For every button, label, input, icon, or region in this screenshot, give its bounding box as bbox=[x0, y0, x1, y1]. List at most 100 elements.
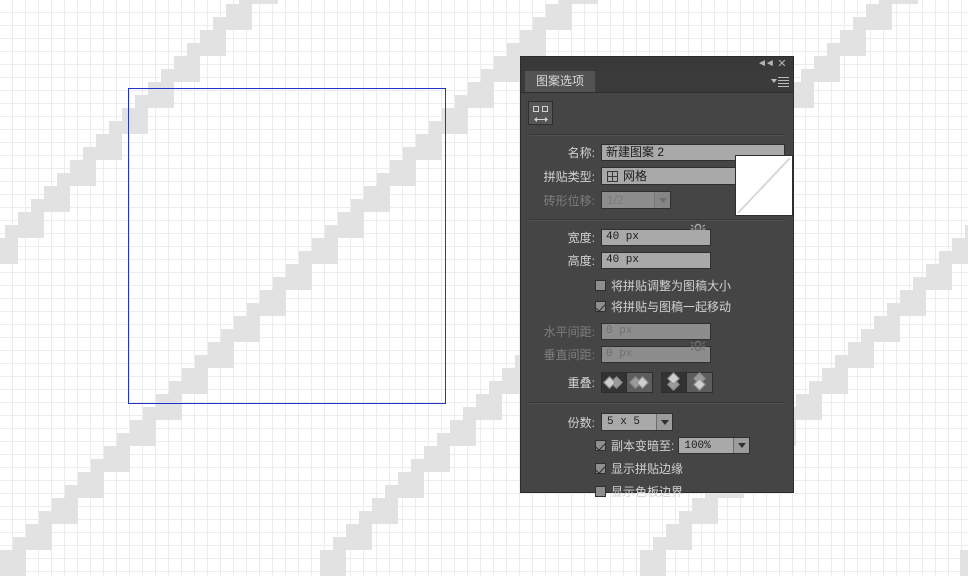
dim-copies-value: 100% bbox=[684, 439, 711, 452]
pattern-block bbox=[161, 69, 174, 82]
pattern-block bbox=[814, 56, 840, 82]
panel-titlebar: ◄◄ ✕ bbox=[521, 57, 793, 71]
pattern-block bbox=[546, 4, 572, 30]
move-tile-with-art-checkbox[interactable] bbox=[595, 301, 606, 312]
tile-square-left-icon bbox=[533, 106, 539, 112]
horizontal-double-arrow-icon bbox=[534, 117, 548, 122]
pattern-block bbox=[143, 407, 156, 420]
pattern-block bbox=[372, 498, 398, 524]
pattern-block bbox=[887, 303, 900, 316]
tiling-type-value: 网格 bbox=[623, 169, 648, 183]
pattern-block bbox=[44, 186, 70, 212]
v-spacing-label: 垂直间距: bbox=[543, 348, 595, 362]
pattern-block bbox=[892, 0, 918, 4]
pattern-block bbox=[104, 446, 130, 472]
copies-row: 份数: 5 x 5 bbox=[521, 413, 793, 431]
pattern-block bbox=[489, 381, 502, 394]
pattern-tile-boundary[interactable] bbox=[128, 88, 446, 404]
pattern-block bbox=[13, 537, 26, 550]
close-icon[interactable]: ✕ bbox=[775, 58, 789, 70]
pattern-block bbox=[0, 550, 26, 576]
pattern-block bbox=[653, 537, 666, 550]
pattern-block bbox=[109, 121, 122, 134]
panel-menu-icon[interactable] bbox=[771, 75, 789, 88]
pattern-block bbox=[226, 4, 252, 30]
show-swatch-bounds-checkbox[interactable] bbox=[595, 486, 606, 497]
pattern-block bbox=[187, 43, 200, 56]
pattern-block bbox=[78, 472, 104, 498]
pattern-block bbox=[476, 394, 502, 420]
brick-offset-select[interactable]: 1/2 bbox=[601, 191, 671, 209]
height-input[interactable] bbox=[601, 252, 711, 269]
pattern-block bbox=[494, 56, 520, 82]
pattern-block bbox=[455, 95, 468, 108]
grid-glyph-icon bbox=[607, 170, 618, 182]
pattern-block bbox=[252, 0, 278, 4]
pattern-block bbox=[853, 17, 866, 30]
tab-pattern-options[interactable]: 图案选项 bbox=[525, 71, 596, 92]
dim-copies-checkbox[interactable] bbox=[595, 440, 606, 451]
overlap-bottom-icon bbox=[690, 372, 710, 391]
overlap-top-in-front-button[interactable] bbox=[661, 372, 687, 393]
pattern-block bbox=[96, 134, 122, 160]
pattern-block bbox=[481, 69, 494, 82]
overlap-bottom-in-front-button[interactable] bbox=[687, 372, 713, 393]
pattern-block bbox=[359, 511, 372, 524]
move-tile-with-art-label: 将拼贴与图稿一起移动 bbox=[611, 300, 732, 314]
pattern-block bbox=[39, 511, 52, 524]
chevron-down-icon[interactable] bbox=[656, 414, 672, 430]
panel-tabbar: 图案选项 bbox=[521, 71, 793, 93]
pattern-block bbox=[796, 394, 822, 420]
height-label: 高度: bbox=[567, 254, 595, 268]
pattern-block bbox=[866, 4, 892, 30]
pattern-options-panel: ◄◄ ✕ 图案选项 名称: 新建图案 2 拼贴类型: 网格 砖形位移: 1/2 … bbox=[520, 56, 794, 499]
overlap-left-in-front-button[interactable] bbox=[601, 372, 627, 393]
copies-label: 份数: bbox=[567, 415, 595, 430]
overlap-left-icon bbox=[603, 376, 624, 389]
preview-diagonal-line bbox=[737, 157, 791, 214]
pattern-block bbox=[346, 524, 372, 550]
pattern-block bbox=[572, 0, 598, 4]
width-row: 宽度: bbox=[521, 223, 793, 246]
chevron-down-icon[interactable] bbox=[733, 438, 750, 453]
overlap-right-icon bbox=[628, 376, 650, 389]
size-tile-to-art-checkbox[interactable] bbox=[595, 280, 606, 291]
link-broken-icon[interactable] bbox=[689, 336, 707, 356]
pattern-block bbox=[91, 459, 104, 472]
pattern-block bbox=[463, 407, 476, 420]
pattern-block bbox=[468, 82, 494, 108]
divider-3 bbox=[529, 402, 785, 404]
show-tile-edge-checkbox[interactable] bbox=[595, 463, 606, 474]
pattern-block bbox=[692, 498, 718, 524]
link-broken-icon[interactable] bbox=[689, 219, 707, 239]
pattern-block bbox=[18, 212, 44, 238]
h-spacing-label: 水平间距: bbox=[543, 325, 595, 339]
h-spacing-row: 水平间距: bbox=[521, 323, 793, 340]
move-tile-with-art-row: 将拼贴与图稿一起移动 bbox=[521, 298, 793, 315]
overlap-row: 重叠: bbox=[521, 372, 793, 393]
chevron-down-icon[interactable] bbox=[654, 192, 670, 208]
pattern-block bbox=[960, 550, 968, 576]
pattern-block bbox=[939, 251, 952, 264]
size-tile-to-art-row: 将拼贴调整为图稿大小 bbox=[521, 277, 793, 294]
dim-copies-select[interactable]: 100% bbox=[678, 437, 751, 454]
pattern-block bbox=[320, 550, 346, 576]
double-chevron-left-icon[interactable]: ◄◄ bbox=[757, 58, 775, 70]
pattern-block bbox=[640, 550, 666, 576]
pattern-block bbox=[666, 524, 692, 550]
pattern-block bbox=[848, 342, 874, 368]
pattern-block bbox=[801, 69, 814, 82]
overlap-right-in-front-button[interactable] bbox=[627, 372, 653, 393]
pattern-block bbox=[70, 160, 96, 186]
pattern-block bbox=[333, 537, 346, 550]
pattern-tile-tool-button[interactable] bbox=[528, 101, 553, 125]
pattern-block bbox=[0, 238, 18, 264]
dim-copies-row: 副本变暗至: 100% bbox=[521, 437, 793, 454]
pattern-preview-swatch[interactable] bbox=[735, 155, 793, 216]
pattern-block bbox=[533, 17, 546, 30]
copies-select[interactable]: 5 x 5 bbox=[601, 413, 673, 431]
tile-square-right-icon bbox=[542, 106, 548, 112]
pattern-block bbox=[424, 446, 450, 472]
pattern-block bbox=[411, 459, 424, 472]
pattern-block bbox=[130, 420, 156, 446]
